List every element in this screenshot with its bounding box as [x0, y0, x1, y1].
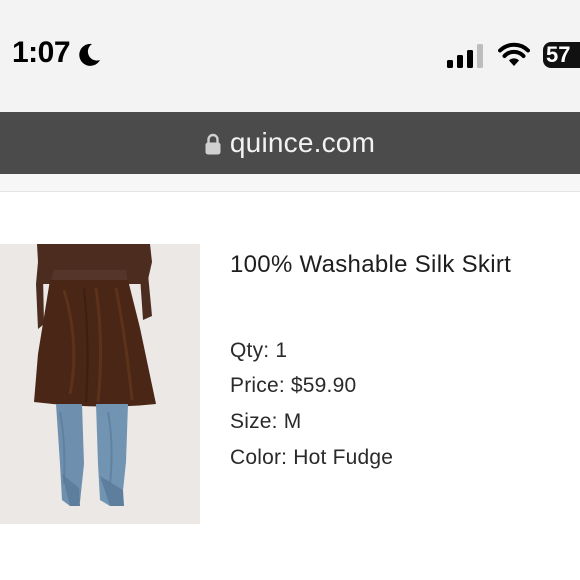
status-bar: 1:07 57 [0, 0, 580, 112]
product-color: Color: Hot Fudge [230, 446, 394, 469]
product-quantity: Qty: 1 [230, 339, 288, 362]
wifi-icon [498, 42, 530, 66]
product-photo [0, 244, 200, 524]
cellular-signal-icon [447, 44, 483, 68]
product-size: Size: M [230, 410, 302, 433]
product-title[interactable]: 100% Washable Silk Skirt [230, 251, 511, 279]
battery-icon: 57 [543, 42, 580, 68]
moon-icon [79, 43, 100, 66]
url-text[interactable]: quince.com [230, 127, 375, 159]
product-price: Price: $59.90 [230, 374, 357, 397]
toolbar-divider [0, 174, 580, 192]
browser-address-bar[interactable]: quince.com [0, 112, 580, 174]
lock-icon [205, 133, 221, 155]
status-time: 1:07 [12, 36, 71, 69]
product-image[interactable] [0, 244, 200, 524]
